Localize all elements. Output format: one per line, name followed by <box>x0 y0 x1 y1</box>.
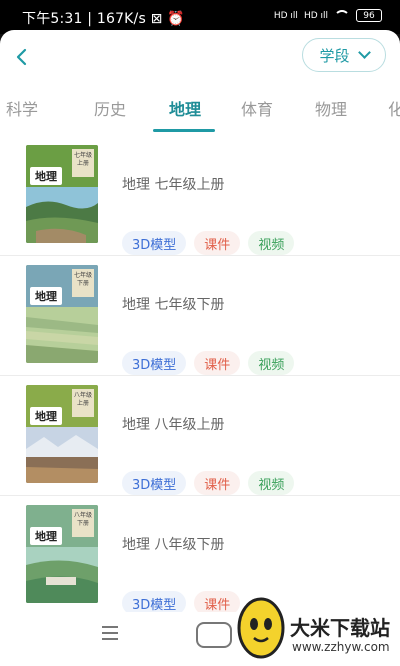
cover-title: 地理 <box>30 287 62 305</box>
stage-selector-label: 学段 <box>319 46 350 65</box>
stage-selector-button[interactable]: 学段 <box>302 38 386 72</box>
book-title: 地理 七年级下册 <box>122 297 225 313</box>
cover-landscape-image <box>26 427 98 483</box>
home-icon[interactable] <box>196 622 232 648</box>
cover-title: 地理 <box>30 167 62 185</box>
resource-tags: 3D模型 课件 视频 <box>122 351 295 375</box>
signal-icon-2: HD ıll <box>303 10 328 21</box>
tab-chemistry[interactable]: 化 <box>388 96 400 120</box>
tab-indicator <box>153 129 215 132</box>
book-title: 地理 七年级上册 <box>122 177 225 193</box>
cover-title: 地理 <box>30 407 62 425</box>
tab-history[interactable]: 历史 <box>94 96 126 120</box>
book-title: 地理 八年级下册 <box>122 537 225 553</box>
book-cover: 八年级 上册 地理 <box>26 385 98 483</box>
status-time: 下午5:31 | 167K/s ⊠ ⏰ <box>22 11 185 27</box>
watermark-url: www.zzhyw.com <box>292 640 390 654</box>
tab-pe[interactable]: 体育 <box>241 96 273 120</box>
menu-icon[interactable] <box>102 626 118 640</box>
tag-courseware[interactable]: 课件 <box>194 231 241 255</box>
book-row[interactable]: 七年级 下册 地理 地理 七年级下册 3D模型 课件 视频 <box>0 256 400 376</box>
tab-science[interactable]: 科学 <box>6 96 38 120</box>
content-sheet: 学段 科学 历史 地理 体育 物理 化 七年级 上册 地理 地理 七年级上册 3… <box>0 30 400 666</box>
book-cover: 七年级 下册 地理 <box>26 265 98 363</box>
tag-3d-model[interactable]: 3D模型 <box>122 351 187 375</box>
book-list: 七年级 上册 地理 地理 七年级上册 3D模型 课件 视频 七年级 下册 地理 … <box>0 136 400 616</box>
egg-mascot-icon <box>237 597 285 659</box>
status-bar: 下午5:31 | 167K/s ⊠ ⏰ HD ıll HD ıll 96 <box>0 0 400 34</box>
book-row[interactable]: 七年级 上册 地理 地理 七年级上册 3D模型 课件 视频 <box>0 136 400 256</box>
cover-grade: 八年级 上册 <box>72 389 94 417</box>
book-cover: 八年级 下册 地理 <box>26 505 98 603</box>
battery-icon: 96 <box>356 9 382 22</box>
back-chevron-icon <box>16 48 27 66</box>
tag-courseware[interactable]: 课件 <box>194 351 241 375</box>
cover-landscape-image <box>26 307 98 363</box>
cover-grade: 八年级 下册 <box>72 509 94 537</box>
cover-landscape-image <box>26 547 98 603</box>
watermark-text: 大米下载站 <box>290 616 390 640</box>
tag-video[interactable]: 视频 <box>248 471 295 495</box>
book-title: 地理 八年级上册 <box>122 417 225 433</box>
cover-title: 地理 <box>30 527 62 545</box>
book-cover: 七年级 上册 地理 <box>26 145 98 243</box>
watermark: 大米下载站 www.zzhyw.com <box>234 590 400 666</box>
signal-icon: HD ıll <box>273 10 298 21</box>
resource-tags: 3D模型 课件 视频 <box>122 231 295 255</box>
wifi-icon <box>334 9 350 22</box>
status-icons: HD ıll HD ıll 96 <box>274 9 382 22</box>
tab-geography[interactable]: 地理 <box>169 96 201 120</box>
tag-video[interactable]: 视频 <box>248 231 295 255</box>
back-button[interactable] <box>8 44 34 70</box>
tab-physics[interactable]: 物理 <box>315 96 347 120</box>
tag-3d-model[interactable]: 3D模型 <box>122 471 187 495</box>
tag-video[interactable]: 视频 <box>248 351 295 375</box>
cover-grade: 七年级 下册 <box>72 269 94 297</box>
chevron-down-icon <box>357 46 371 59</box>
cover-grade: 七年级 上册 <box>72 149 94 177</box>
resource-tags: 3D模型 课件 视频 <box>122 471 295 495</box>
tag-3d-model[interactable]: 3D模型 <box>122 231 187 255</box>
book-row[interactable]: 八年级 上册 地理 地理 八年级上册 3D模型 课件 视频 <box>0 376 400 496</box>
subject-tabs: 科学 历史 地理 体育 物理 化 <box>0 90 400 136</box>
cover-landscape-image <box>26 187 98 243</box>
tag-courseware[interactable]: 课件 <box>194 471 241 495</box>
